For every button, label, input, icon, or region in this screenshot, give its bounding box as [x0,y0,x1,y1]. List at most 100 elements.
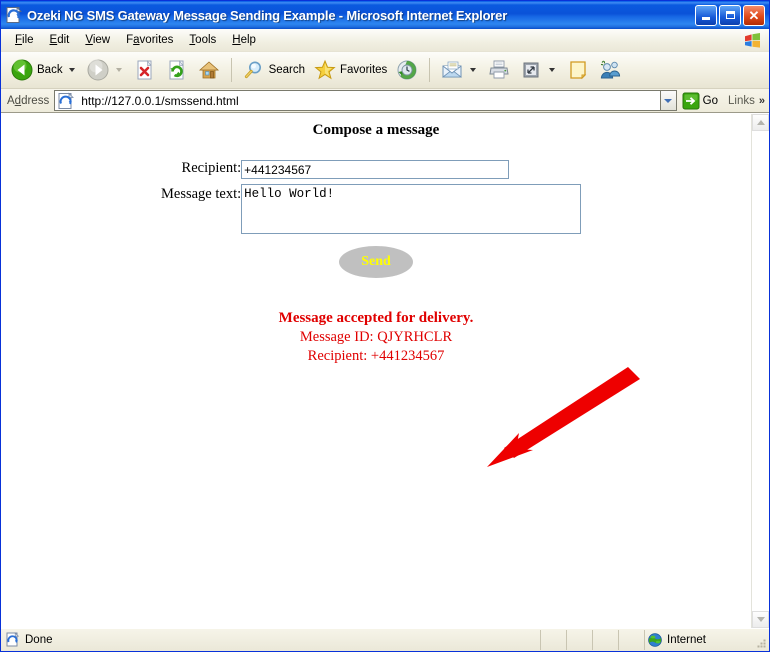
resize-grip-icon[interactable] [755,637,767,649]
forward-dropdown-icon[interactable] [115,68,122,72]
search-button-label: Search [268,64,306,76]
mail-icon [440,58,464,82]
status-page-icon [5,632,21,648]
forward-arrow-icon [86,58,110,82]
toolbar-separator-2 [429,58,431,82]
page-content: Compose a message Recipient: Message tex… [1,114,751,628]
compose-form: Recipient: Message text: [161,160,582,239]
message-row: Message text: [161,184,582,239]
back-dropdown-icon[interactable] [68,68,75,72]
edit-button[interactable] [516,55,561,85]
forward-button[interactable] [83,55,128,85]
status-pane-4 [619,630,645,650]
print-button[interactable] [484,55,514,85]
page-scrollbar-vertical[interactable] [751,114,769,628]
back-button-label: Back [37,64,63,76]
result-recipient: Recipient: +441234567 [307,348,445,364]
star-icon [313,58,337,82]
notes-icon [566,58,590,82]
message-textarea[interactable] [241,184,582,234]
scroll-up-button[interactable] [752,114,769,131]
stop-icon [133,58,157,82]
search-button[interactable]: Search [239,55,308,85]
window-title: Ozeki NG SMS Gateway Message Sending Exa… [27,7,508,23]
refresh-button[interactable] [162,55,192,85]
menu-bar: FFileile Edit View Favorites Tools Help [1,29,769,52]
recipient-field-cell [241,160,581,184]
mail-dropdown-icon[interactable] [470,68,477,72]
maximize-icon [725,11,735,19]
browser-viewport: Compose a message Recipient: Message tex… [1,113,769,628]
result-message-id: Message ID: QJYRHCLR [299,329,453,345]
scroll-down-button[interactable] [752,611,769,628]
annotation-arrow-icon [487,367,640,467]
minimize-button[interactable] [695,4,717,26]
page-favicon-icon [57,92,75,110]
send-button-row: Send [1,246,751,278]
go-arrow-icon [681,91,701,111]
printer-icon [487,58,511,82]
address-dropdown-button[interactable] [659,90,677,111]
globe-icon [647,632,663,648]
windows-flag-icon[interactable] [741,30,765,50]
history-button[interactable] [392,55,422,85]
chevron-double-right-icon[interactable]: » [759,95,765,107]
menu-item-tools[interactable]: Tools [181,32,224,48]
send-button[interactable]: Send [339,246,413,278]
recipient-input[interactable] [241,160,510,179]
result-status-text: Message accepted for delivery. [278,310,474,326]
go-button-label: Go [702,94,719,107]
message-field-cell [241,184,582,239]
security-zone[interactable]: Internet [645,630,769,650]
back-arrow-icon [10,58,34,82]
toolbar-separator [230,58,232,82]
menu-item-view[interactable]: View [77,32,118,48]
messenger-button[interactable] [595,55,625,85]
mail-button[interactable] [437,55,482,85]
message-label: Message text: [161,186,242,202]
favorites-button[interactable]: Favorites [310,55,390,85]
chevron-down-icon [756,617,765,622]
refresh-icon [165,58,189,82]
window-icon [5,6,23,24]
menu-item-edit[interactable]: Edit [42,32,78,48]
address-label: Address [7,94,50,107]
edit-dropdown-icon[interactable] [549,68,556,72]
menu-item-help[interactable]: Help [224,32,264,48]
navigation-toolbar: Back Search Favorites [1,52,769,89]
page-heading: Compose a message [312,122,440,138]
address-url-text: http://127.0.0.1/smssend.html [81,93,239,108]
fullscreen-edit-icon [519,58,543,82]
menu-item-favorites[interactable]: Favorites [118,32,181,48]
address-input[interactable]: http://127.0.0.1/smssend.html [54,90,660,111]
status-text: Done [25,634,53,646]
scrollbar-track[interactable] [752,131,769,611]
menu-item-file[interactable]: FFileile [7,32,42,48]
recipient-label: Recipient: [181,160,242,176]
chevron-down-icon [664,98,673,103]
go-button[interactable]: Go [677,91,724,111]
history-clock-icon [395,58,419,82]
title-bar: Ozeki NG SMS Gateway Message Sending Exa… [1,1,769,29]
stop-button[interactable] [130,55,160,85]
close-icon: ✕ [748,7,760,23]
back-button[interactable]: Back [7,55,81,85]
send-result: Message accepted for delivery. Message I… [1,309,751,366]
messenger-people-icon [598,58,622,82]
status-pane-1 [541,630,567,650]
maximize-button[interactable] [719,4,741,26]
status-pane-2 [567,630,593,650]
favorites-button-label: Favorites [340,64,388,76]
recipient-row: Recipient: [161,160,581,184]
browser-window: Ozeki NG SMS Gateway Message Sending Exa… [0,0,770,652]
status-message: Done [1,630,541,650]
links-button[interactable]: Links » [724,95,769,107]
minimize-icon [702,17,710,20]
window-controls: ✕ [695,4,765,26]
home-button[interactable] [194,55,224,85]
close-button[interactable]: ✕ [743,4,765,26]
home-icon [197,58,221,82]
search-icon [242,58,266,82]
discuss-button[interactable] [563,55,593,85]
address-bar: Address http://127.0.0.1/smssend.html Go… [1,89,769,113]
